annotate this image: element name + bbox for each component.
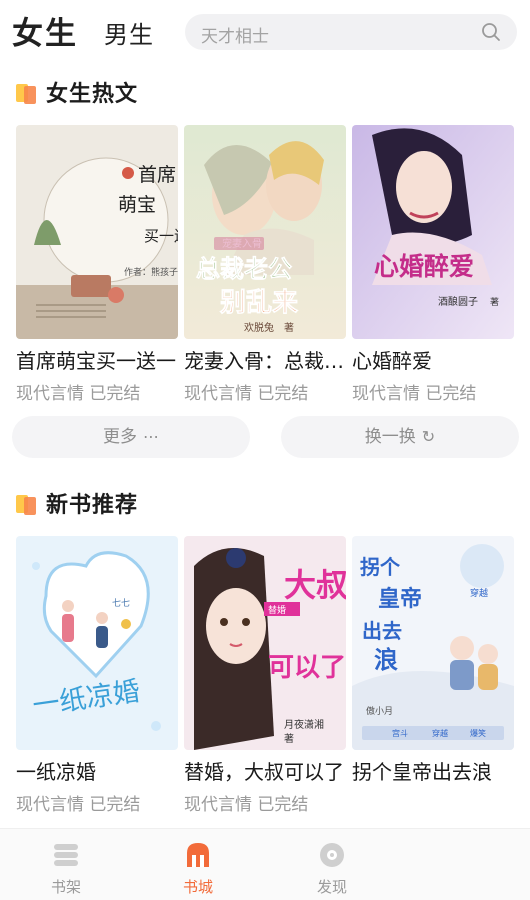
cover-genre-3: 爆笑 — [470, 728, 486, 738]
cover-title-1: 总裁老公 — [196, 255, 292, 283]
book-meta: 现代言情 已完结 — [16, 795, 141, 815]
more-icon: ⋯ — [143, 427, 159, 446]
book-cover-art: 首席 萌宝 买一送一 作者：熊孩子/文 — [16, 125, 178, 339]
cover-title-2: 萌宝 — [118, 194, 156, 216]
book-cover[interactable]: 拐个 皇帝 出去 浪 穿越 傲小月 宫斗 穿越 爆笑 — [352, 536, 514, 750]
tab-female[interactable]: 女生 — [12, 8, 78, 53]
cover-genre-2: 穿越 — [432, 728, 448, 738]
book-cover[interactable]: 替婚 大叔 可以了 月夜潇湘 著 — [184, 536, 346, 750]
section-title-text: 女生热文 — [46, 82, 139, 107]
cover-title-1: 拐个 — [360, 555, 401, 579]
cover-author-suffix: 著 — [284, 732, 294, 745]
book-cover-art: 心婚醉爱 酒酿圆子 著 — [352, 125, 514, 339]
book-meta: 现代言情 已完结 — [184, 795, 309, 815]
cover-tag: 穿越 — [470, 587, 488, 599]
bookshelf-icon — [54, 844, 78, 866]
search-bar[interactable]: 天才相士 — [185, 14, 517, 50]
cover-author: 欢脱兔 — [244, 321, 274, 334]
nav-discover[interactable]: 发现 — [292, 829, 372, 900]
book-title[interactable]: 首席萌宝买一送一 — [16, 345, 178, 374]
section-title-text: 新书推荐 — [46, 493, 139, 518]
book-cover-art: 宠妻入骨 总裁老公 别乱来 欢脱兔 著 — [184, 125, 346, 339]
top-header: 女生 男生 天才相士 — [0, 0, 530, 62]
refresh-button-label: 换一换 — [364, 427, 416, 447]
cover-author: 月夜潇湘 — [284, 718, 324, 731]
cover-title-1: 大叔 — [284, 566, 346, 604]
cover-author-suffix: 著 — [284, 321, 294, 334]
cover-genre-1: 宫斗 — [392, 728, 408, 738]
book-title[interactable]: 一纸凉婚 — [16, 756, 178, 785]
more-button-label: 更多 — [103, 427, 137, 447]
book-cover-art: 七七 一纸凉婚 — [16, 536, 178, 750]
cover-title-1: 首席 — [138, 164, 176, 186]
bookstore-icon — [187, 843, 209, 867]
cover-tag: 替婚 — [268, 604, 286, 616]
nav-label: 书架 — [50, 878, 81, 896]
cover-title-2: 可以了 — [268, 653, 346, 683]
book-title[interactable]: 心婚醉爱 — [352, 345, 514, 374]
nav-bookshelf[interactable]: 书架 — [26, 829, 106, 900]
book-title[interactable]: 拐个皇帝出去浪 — [352, 756, 514, 785]
book-cover[interactable]: 首席 萌宝 买一送一 作者：熊孩子/文 — [16, 125, 178, 339]
nav-bookstore[interactable]: 书城 — [158, 829, 238, 900]
cover-author-suffix: 著 — [490, 296, 499, 308]
cover-author: 七七 — [112, 598, 130, 609]
refresh-icon: ↻ — [421, 427, 436, 446]
book-meta: 现代言情 已完结 — [16, 384, 141, 404]
refresh-button[interactable]: 换一换 ↻ — [281, 416, 519, 458]
cover-title-4: 浪 — [374, 646, 398, 674]
book-title[interactable]: 宠妻入骨：总裁老公别乱来 — [184, 345, 346, 374]
bottom-nav: 书架 书城 发现 — [0, 828, 530, 900]
tab-male[interactable]: 男生 — [104, 15, 154, 50]
book-cover[interactable]: 七七 一纸凉婚 — [16, 536, 178, 750]
cover-title-2: 皇帝 — [378, 586, 422, 612]
cover-author: 傲小月 — [366, 705, 393, 717]
book-meta: 现代言情 已完结 — [352, 384, 477, 404]
cover-author: 酒酿圆子 — [438, 295, 478, 308]
book-cover-art: 替婚 大叔 可以了 月夜潇湘 著 — [184, 536, 346, 750]
more-button[interactable]: 更多 ⋯ — [12, 416, 250, 458]
cover-title-3: 出去 — [362, 619, 402, 643]
search-placeholder: 天才相士 — [201, 27, 269, 47]
cover-author: 作者：熊孩子/文 — [124, 266, 178, 278]
nav-label: 书城 — [182, 878, 213, 896]
book-meta: 现代言情 已完结 — [184, 384, 309, 404]
nav-label: 发现 — [316, 878, 347, 896]
cover-title-2: 别乱来 — [219, 288, 299, 318]
book-title[interactable]: 替婚，大叔可以了 — [184, 756, 346, 785]
cover-title: 心婚醉爱 — [374, 252, 474, 281]
book-cover[interactable]: 心婚醉爱 酒酿圆子 著 — [352, 125, 514, 339]
discover-icon — [320, 843, 344, 867]
book-cover[interactable]: 宠妻入骨 总裁老公 别乱来 欢脱兔 著 — [184, 125, 346, 339]
search-icon[interactable] — [481, 22, 501, 42]
cover-title-3: 买一送一 — [144, 227, 178, 245]
book-cover-art: 拐个 皇帝 出去 浪 穿越 傲小月 宫斗 穿越 爆笑 — [352, 536, 514, 750]
section-book-icon — [16, 495, 36, 515]
section-book-icon — [16, 84, 36, 104]
